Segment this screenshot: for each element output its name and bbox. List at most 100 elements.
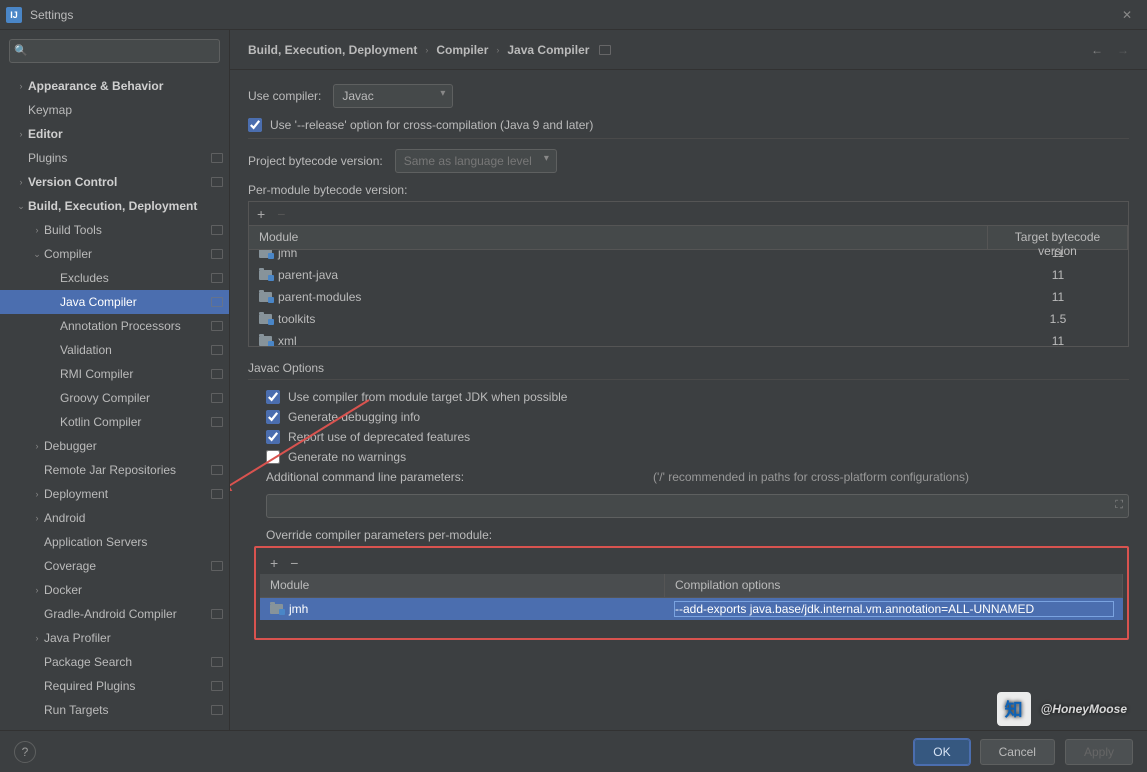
target-version[interactable]: 1.5 [988, 310, 1128, 328]
expand-icon[interactable]: ⛶ [1115, 499, 1123, 512]
sidebar-item[interactable]: ⌄Compiler [0, 242, 229, 266]
sidebar-item-label: RMI Compiler [60, 367, 211, 381]
sidebar-item[interactable]: ›Build Tools [0, 218, 229, 242]
nav-forward-button[interactable]: → [1117, 43, 1129, 57]
table-row[interactable]: jmh [260, 598, 1123, 620]
project-badge-icon [211, 489, 223, 499]
sidebar-item-label: Appearance & Behavior [28, 79, 223, 93]
tree-arrow-icon: › [14, 81, 28, 91]
project-badge-icon [211, 609, 223, 619]
close-button[interactable]: ✕ [1113, 1, 1141, 29]
table-row[interactable]: parent-modules11 [249, 286, 1128, 308]
sidebar-item[interactable]: Run Targets [0, 698, 229, 722]
remove-module-button[interactable]: − [277, 207, 285, 221]
col-target-version[interactable]: Target bytecode version [988, 226, 1128, 249]
sidebar-item[interactable]: ›Appearance & Behavior [0, 74, 229, 98]
release-option-label: Use '--release' option for cross-compila… [270, 118, 593, 132]
sidebar-item[interactable]: ⌄Build, Execution, Deployment [0, 194, 229, 218]
apply-button[interactable]: Apply [1065, 739, 1133, 765]
sidebar-item-label: Remote Jar Repositories [44, 463, 211, 477]
titlebar: IJ Settings ✕ [0, 0, 1147, 30]
sidebar-item[interactable]: Excludes [0, 266, 229, 290]
compilation-options-input[interactable] [675, 602, 1113, 616]
project-badge-icon [211, 321, 223, 331]
sidebar-item[interactable]: ›Editor [0, 122, 229, 146]
sidebar-item[interactable]: Annotation Processors [0, 314, 229, 338]
table-row[interactable]: xml 11 [249, 330, 1128, 346]
project-badge-icon [211, 249, 223, 259]
table-row[interactable]: jmh 11 [249, 250, 1128, 264]
sidebar-item-label: Run Targets [44, 703, 211, 717]
target-version[interactable]: 11 [988, 288, 1128, 306]
project-badge-icon [599, 45, 611, 55]
settings-tree: ›Appearance & BehaviorKeymap›EditorPlugi… [0, 72, 229, 730]
nav-back-button[interactable]: ← [1091, 43, 1103, 57]
table-row[interactable]: toolkits1.5 [249, 308, 1128, 330]
remove-override-button[interactable]: − [290, 556, 298, 570]
tree-arrow-icon: › [14, 177, 28, 187]
breadcrumb-item[interactable]: Build, Execution, Deployment [248, 43, 417, 57]
sidebar-item[interactable]: ›Deployment [0, 482, 229, 506]
target-version[interactable]: 11 [988, 266, 1128, 284]
sidebar-item[interactable]: ›Android [0, 506, 229, 530]
sidebar-item[interactable]: ›Version Control [0, 170, 229, 194]
sidebar-item[interactable]: RMI Compiler [0, 362, 229, 386]
module-icon [259, 292, 272, 302]
javac-option-checkbox[interactable] [266, 410, 280, 424]
additional-params-input[interactable] [266, 494, 1129, 518]
sidebar-item[interactable]: Application Servers [0, 530, 229, 554]
javac-option-checkbox[interactable] [266, 450, 280, 464]
search-input[interactable] [9, 39, 220, 63]
sidebar-item[interactable]: ›Debugger [0, 434, 229, 458]
table-row[interactable]: parent-java11 [249, 264, 1128, 286]
project-badge-icon [211, 153, 223, 163]
sidebar-item[interactable]: Kotlin Compiler [0, 410, 229, 434]
sidebar-item-label: Keymap [28, 103, 223, 117]
sidebar-item[interactable]: Required Plugins [0, 674, 229, 698]
javac-option-checkbox[interactable] [266, 430, 280, 444]
sidebar-item-label: Validation [60, 343, 211, 357]
sidebar-item[interactable]: Keymap [0, 98, 229, 122]
additional-params-hint: ('/' recommended in paths for cross-plat… [653, 470, 969, 484]
module-name: xml [278, 334, 297, 346]
chevron-right-icon: › [496, 45, 499, 55]
sidebar-item[interactable]: Gradle-Android Compiler [0, 602, 229, 626]
sidebar-item[interactable]: Validation [0, 338, 229, 362]
breadcrumb-item[interactable]: Compiler [436, 43, 488, 57]
sidebar-item[interactable]: Java Compiler [0, 290, 229, 314]
sidebar-item[interactable]: Coverage [0, 554, 229, 578]
use-compiler-select[interactable]: Javac [333, 84, 453, 108]
sidebar-item[interactable]: Plugins [0, 146, 229, 170]
sidebar-item-label: Excludes [60, 271, 211, 285]
sidebar-item-label: Application Servers [44, 535, 223, 549]
tree-arrow-icon: › [30, 489, 44, 499]
col-module[interactable]: Module [260, 574, 665, 597]
ok-button[interactable]: OK [914, 739, 969, 765]
javac-option-checkbox[interactable] [266, 390, 280, 404]
search-box: 🔍 [9, 39, 220, 63]
project-badge-icon [211, 369, 223, 379]
sidebar-item[interactable]: Remote Jar Repositories [0, 458, 229, 482]
col-module[interactable]: Module [249, 226, 988, 249]
project-bytecode-select[interactable]: Same as language level [395, 149, 557, 173]
sidebar-item-label: Version Control [28, 175, 211, 189]
help-button[interactable]: ? [14, 741, 36, 763]
sidebar-item[interactable]: Groovy Compiler [0, 386, 229, 410]
project-bytecode-label: Project bytecode version: [248, 154, 383, 168]
target-version[interactable]: 11 [988, 250, 1128, 262]
sidebar-item-label: Plugins [28, 151, 211, 165]
target-version[interactable]: 11 [988, 332, 1128, 346]
cancel-button[interactable]: Cancel [980, 739, 1055, 765]
sidebar-item[interactable]: ›Docker [0, 578, 229, 602]
add-module-button[interactable]: + [257, 207, 265, 221]
sidebar-item[interactable]: Package Search [0, 650, 229, 674]
sidebar-item[interactable]: ›Java Profiler [0, 626, 229, 650]
add-override-button[interactable]: + [270, 556, 278, 570]
override-highlight-box: + − Module Compilation options jmh [254, 546, 1129, 640]
sidebar-item-label: Kotlin Compiler [60, 415, 211, 429]
sidebar-item-label: Groovy Compiler [60, 391, 211, 405]
col-compilation-options[interactable]: Compilation options [665, 574, 1123, 597]
module-name: jmh [278, 250, 297, 260]
release-option-checkbox[interactable] [248, 118, 262, 132]
dialog-footer: ? OK Cancel Apply [0, 730, 1147, 772]
